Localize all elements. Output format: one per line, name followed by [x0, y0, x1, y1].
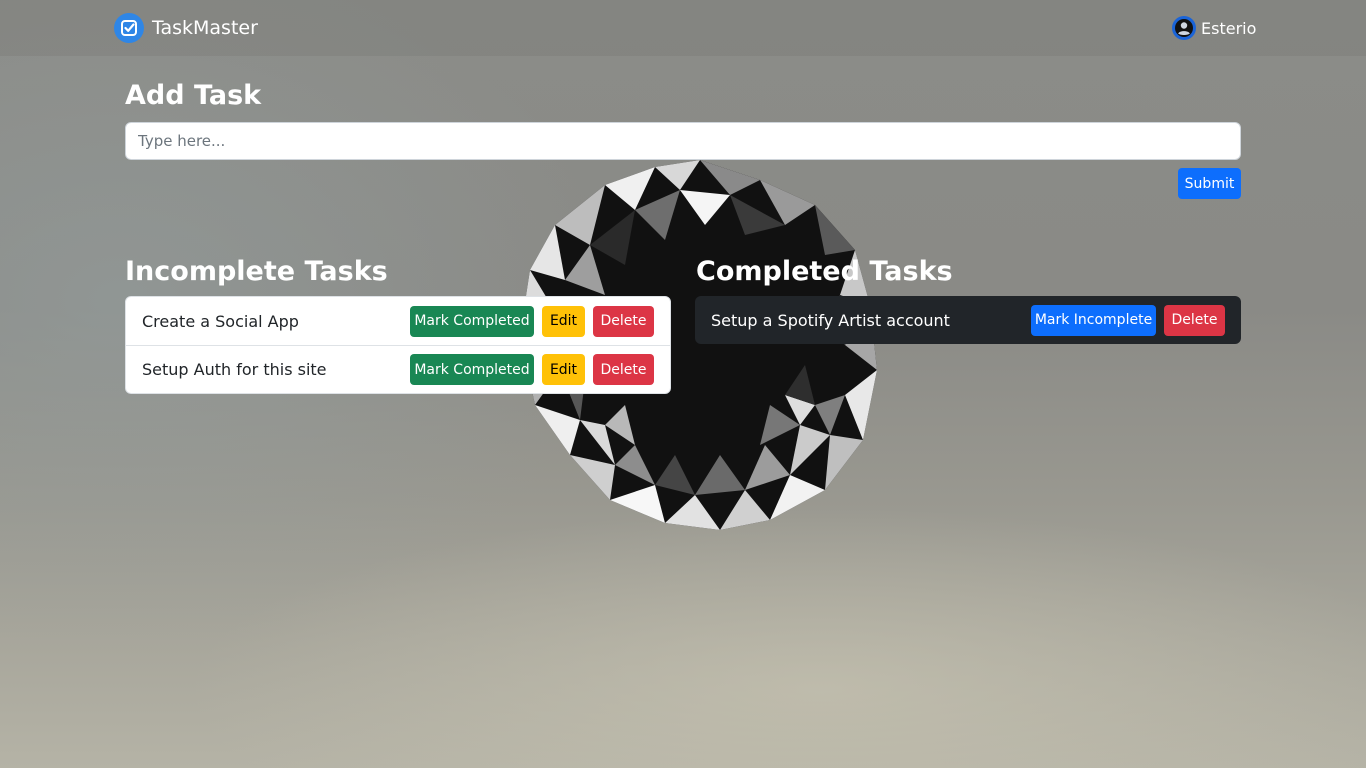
user-menu[interactable]: Esterio — [1172, 16, 1256, 40]
delete-button[interactable]: Delete — [593, 354, 654, 385]
task-text: Create a Social App — [142, 311, 299, 331]
brand-link[interactable]: TaskMaster — [114, 13, 258, 43]
submit-button[interactable]: Submit — [1178, 168, 1241, 199]
add-task-title: Add Task — [125, 80, 262, 111]
task-actions: Mark Incomplete Delete — [1031, 304, 1225, 336]
task-text: Setup Auth for this site — [142, 360, 327, 379]
completed-task-list: Setup a Spotify Artist account Mark Inco… — [695, 296, 1241, 344]
task-text: Setup a Spotify Artist account — [711, 310, 950, 330]
user-circle-icon — [1172, 16, 1196, 40]
completed-tasks-title: Completed Tasks — [696, 256, 953, 287]
mark-completed-button[interactable]: Mark Completed — [410, 354, 534, 385]
checkbox-icon — [114, 13, 144, 43]
delete-button[interactable]: Delete — [1164, 304, 1225, 336]
brand-name: TaskMaster — [152, 17, 258, 39]
task-row: Setup Auth for this site Mark Completed … — [126, 345, 670, 393]
incomplete-task-list: Create a Social App Mark Completed Edit … — [125, 296, 671, 394]
mark-completed-button[interactable]: Mark Completed — [410, 305, 534, 337]
task-row: Setup a Spotify Artist account Mark Inco… — [695, 296, 1241, 344]
edit-button[interactable]: Edit — [542, 354, 585, 385]
task-input[interactable] — [125, 122, 1241, 160]
navbar: TaskMaster Esterio — [0, 0, 1366, 56]
task-actions: Mark Completed Edit Delete — [410, 305, 654, 337]
mark-incomplete-button[interactable]: Mark Incomplete — [1031, 304, 1156, 336]
edit-button[interactable]: Edit — [542, 305, 585, 337]
user-name: Esterio — [1201, 18, 1257, 38]
task-actions: Mark Completed Edit Delete — [410, 354, 654, 385]
task-row: Create a Social App Mark Completed Edit … — [126, 297, 670, 345]
incomplete-tasks-title: Incomplete Tasks — [125, 256, 388, 287]
delete-button[interactable]: Delete — [593, 305, 654, 337]
